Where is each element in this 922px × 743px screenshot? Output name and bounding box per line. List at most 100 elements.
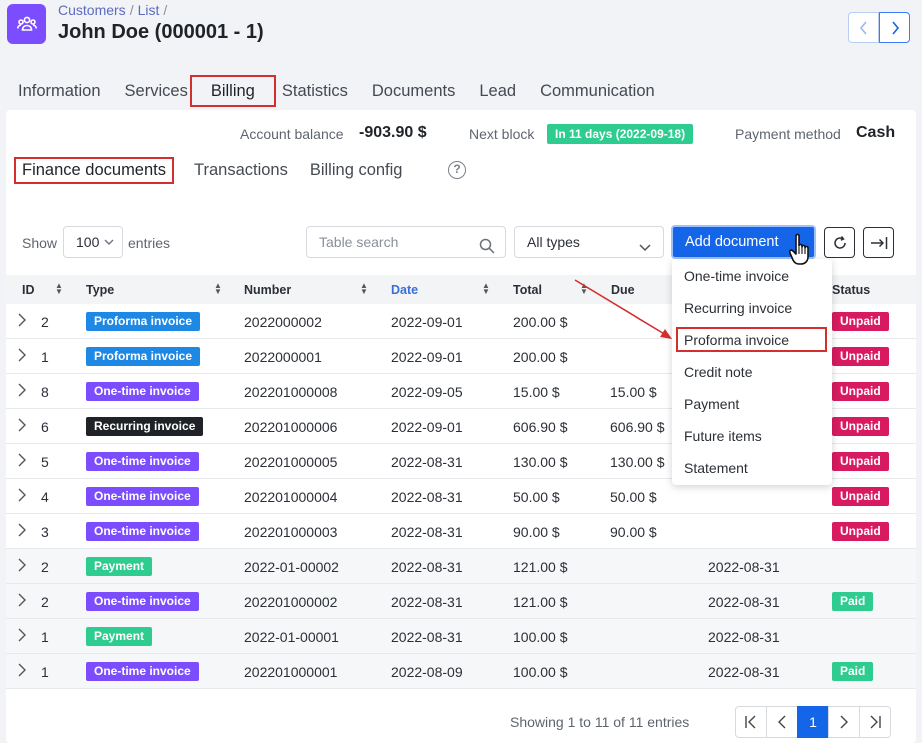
chevron-right-icon[interactable] [18, 383, 26, 400]
search-icon [479, 234, 495, 264]
account-balance-label: Account balance [240, 126, 344, 142]
cell-number: 2022-01-00002 [244, 559, 339, 575]
cell-due: 15.00 $ [610, 384, 657, 400]
cell-id: 6 [41, 419, 49, 435]
billing-subtabs: Finance documents Transactions Billing c… [14, 157, 424, 184]
subtab-billing-config[interactable]: Billing config [310, 157, 403, 184]
hand-cursor-icon [788, 233, 809, 265]
cell-id: 1 [41, 629, 49, 645]
help-icon[interactable]: ? [448, 161, 466, 179]
menu-item-recurring-invoice[interactable]: Recurring invoice [684, 300, 792, 316]
cell-id: 2 [41, 594, 49, 610]
cell-number: 202201000001 [244, 664, 338, 680]
column-header-date[interactable]: Date [391, 283, 418, 297]
first-page-button[interactable] [735, 706, 767, 738]
account-balance-value: -903.90 $ [359, 124, 427, 141]
cell-total: 200.00 $ [513, 349, 568, 365]
menu-item-future-items[interactable]: Future items [684, 428, 762, 444]
tab-communication[interactable]: Communication [540, 79, 655, 103]
customers-app-icon [7, 4, 46, 44]
chevron-right-icon[interactable] [18, 663, 26, 680]
column-header-type[interactable]: Type [86, 283, 114, 297]
chevron-right-icon[interactable] [18, 593, 26, 610]
add-document-menu: One-time invoice Recurring invoice Profo… [672, 259, 832, 485]
chevron-right-icon[interactable] [18, 453, 26, 470]
type-badge: One-time invoice [86, 487, 199, 506]
chevron-right-icon[interactable] [18, 558, 26, 575]
cell-date: 2022-09-01 [391, 349, 463, 365]
chevron-right-icon[interactable] [18, 523, 26, 540]
menu-item-proforma-invoice[interactable]: Proforma invoice [684, 332, 789, 348]
cell-paid-date: 2022-08-31 [708, 559, 780, 575]
last-page-button[interactable] [859, 706, 891, 738]
chevron-down-icon [639, 235, 651, 265]
sort-icon[interactable]: ▲▼ [214, 282, 222, 296]
pagination: 1 [735, 706, 891, 738]
tab-information[interactable]: Information [18, 79, 101, 103]
cell-id: 4 [41, 489, 49, 505]
breadcrumb-customers[interactable]: Customers [58, 2, 126, 18]
previous-record-button[interactable] [848, 12, 879, 43]
first-page-icon [745, 715, 756, 729]
status-badge: Paid [832, 592, 874, 611]
cell-number: 202201000003 [244, 524, 338, 540]
show-label: Show [22, 235, 58, 251]
column-header-total[interactable]: Total [513, 283, 542, 297]
last-page-icon [870, 715, 881, 729]
table-row[interactable]: 1 One-time invoice 202201000001 2022-08-09 1… [6, 654, 916, 689]
search-placeholder: Table search [319, 234, 399, 250]
menu-item-payment[interactable]: Payment [684, 396, 739, 412]
cell-paid-date: 2022-08-31 [708, 629, 780, 645]
next-page-button[interactable] [828, 706, 860, 738]
pagination-info: Showing 1 to 11 of 11 entries [510, 714, 690, 730]
subtab-finance-documents[interactable]: Finance documents [14, 157, 174, 184]
page-size-select[interactable]: 100 [63, 226, 123, 258]
table-row[interactable]: 3 One-time invoice 202201000003 2022-08-31 9… [6, 514, 916, 549]
menu-item-statement[interactable]: Statement [684, 460, 748, 476]
column-header-id[interactable]: ID [22, 283, 35, 297]
sort-icon[interactable]: ▲▼ [482, 282, 490, 296]
menu-item-credit-note[interactable]: Credit note [684, 364, 752, 380]
sort-icon[interactable]: ▲▼ [360, 282, 368, 296]
chevron-left-icon [859, 20, 867, 35]
subtab-transactions[interactable]: Transactions [194, 157, 288, 184]
type-badge: One-time invoice [86, 382, 199, 401]
tab-billing[interactable]: Billing [189, 75, 276, 107]
next-record-button[interactable] [879, 12, 910, 43]
column-header-number[interactable]: Number [244, 283, 291, 297]
tab-documents[interactable]: Documents [372, 79, 455, 103]
document-type-select[interactable]: All types [514, 226, 664, 258]
type-badge: One-time invoice [86, 592, 199, 611]
chevron-right-icon[interactable] [18, 313, 26, 330]
export-button[interactable] [863, 227, 894, 258]
cell-total: 121.00 $ [513, 559, 568, 575]
sort-icon[interactable]: ▲▼ [55, 282, 63, 296]
column-header-status[interactable]: Status [832, 283, 870, 297]
cell-date: 2022-08-31 [391, 524, 463, 540]
menu-item-one-time-invoice[interactable]: One-time invoice [684, 268, 789, 284]
status-badge: Unpaid [832, 347, 889, 366]
tab-services[interactable]: Services [125, 79, 188, 103]
cell-id: 5 [41, 454, 49, 470]
cell-due: 606.90 $ [610, 419, 665, 435]
refresh-button[interactable] [824, 227, 855, 258]
table-row[interactable]: 2 Payment 2022-01-00002 2022-08-31 121.00 $ 2… [6, 549, 916, 584]
cell-total: 130.00 $ [513, 454, 568, 470]
cell-due: 130.00 $ [610, 454, 665, 470]
chevron-right-icon[interactable] [18, 348, 26, 365]
previous-page-button[interactable] [766, 706, 798, 738]
cell-number: 202201000004 [244, 489, 338, 505]
cell-number: 202201000006 [244, 419, 338, 435]
table-row[interactable]: 2 One-time invoice 202201000002 2022-08-31 1… [6, 584, 916, 619]
refresh-icon [833, 235, 846, 249]
tab-statistics[interactable]: Statistics [282, 79, 348, 103]
breadcrumb-list[interactable]: List [138, 2, 160, 18]
cell-total: 121.00 $ [513, 594, 568, 610]
table-row[interactable]: 1 Payment 2022-01-00001 2022-08-31 100.00 $ 2… [6, 619, 916, 654]
tab-lead[interactable]: Lead [479, 79, 516, 103]
table-search-input[interactable]: Table search [306, 226, 506, 258]
chevron-right-icon[interactable] [18, 418, 26, 435]
page-button-current[interactable]: 1 [797, 706, 829, 738]
chevron-right-icon[interactable] [18, 488, 26, 505]
chevron-right-icon[interactable] [18, 628, 26, 645]
